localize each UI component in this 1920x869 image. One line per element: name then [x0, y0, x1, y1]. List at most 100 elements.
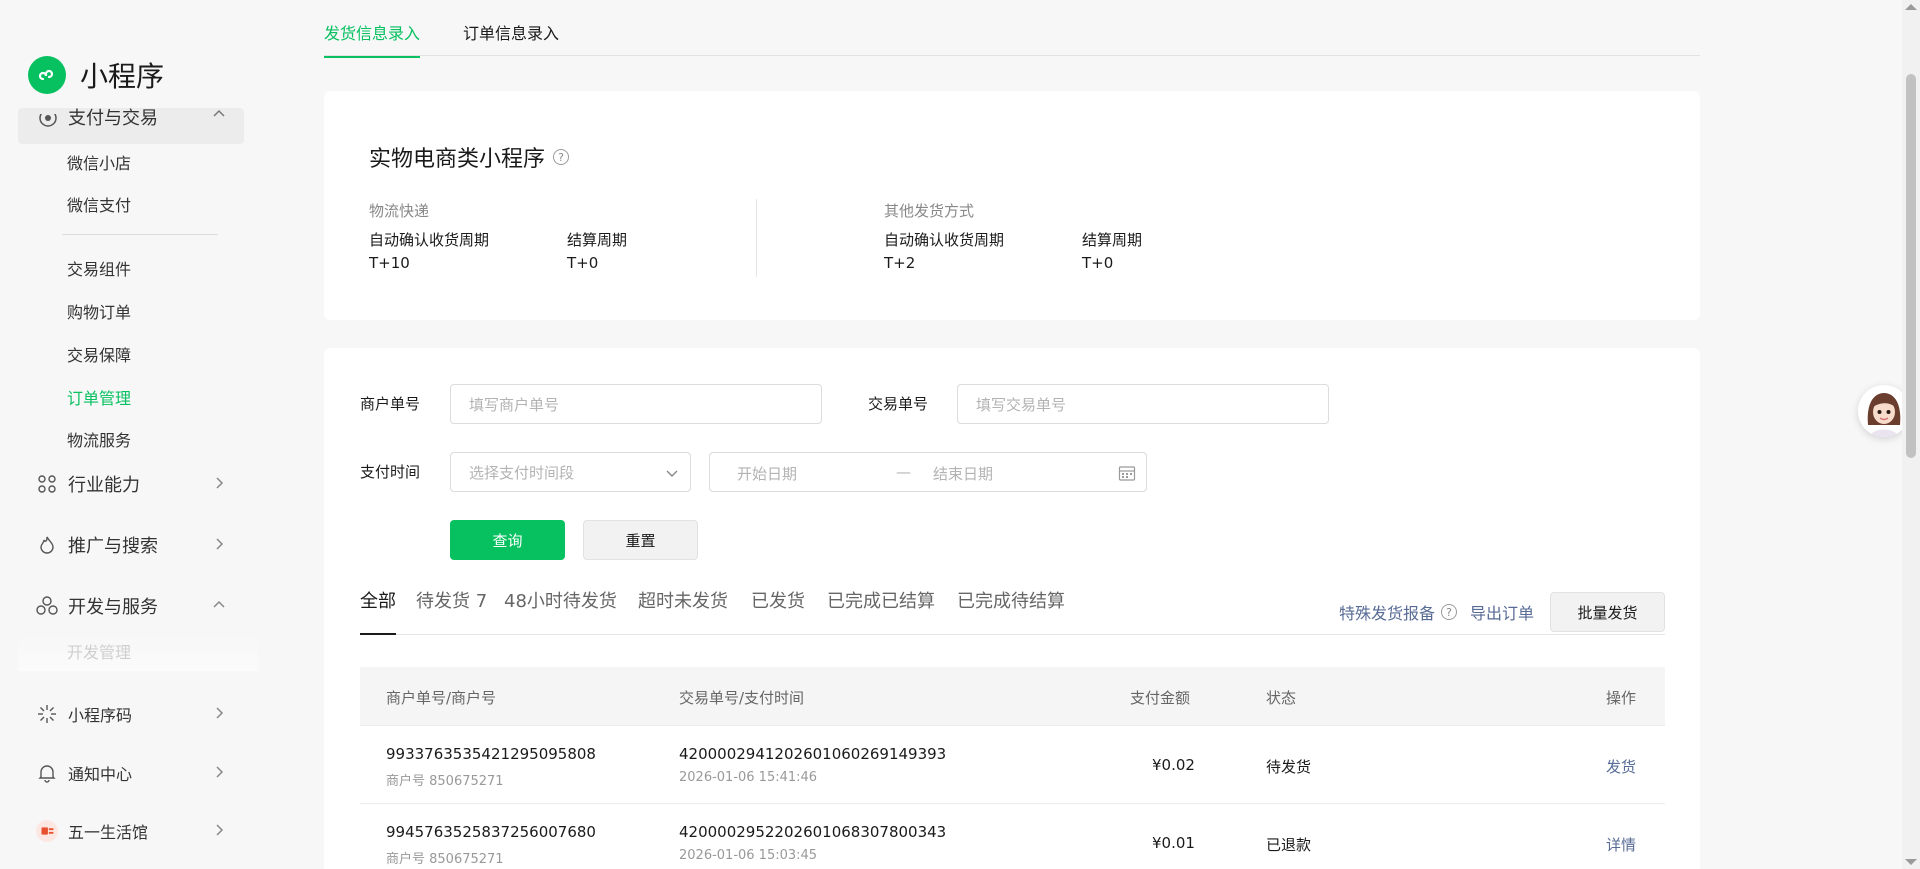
merchant-id: 商户号 850675271: [386, 852, 504, 867]
other-shipping-group: 其他发货方式 自动确认收货周期 T+2 结算周期 T+0: [884, 200, 1280, 272]
sidebar-subitem-logistics[interactable]: 物流服务: [67, 427, 131, 451]
sidebar-item-notifications[interactable]: 通知中心: [36, 758, 226, 788]
tab-order-info[interactable]: 订单信息录入: [463, 20, 559, 44]
date-range-picker[interactable]: 开始日期 — 结束日期: [709, 452, 1147, 492]
sidebar-subitem-weixin-store[interactable]: 微信小店: [67, 150, 131, 174]
sidebar-subitem-order-management[interactable]: 订单管理: [67, 385, 131, 409]
tab-completed-settled[interactable]: 已完成已结算: [827, 587, 935, 613]
chevron-up-icon: [212, 597, 226, 616]
column-amount: 支付金额: [1130, 689, 1191, 707]
field-key: 自动确认收货周期: [369, 231, 490, 249]
industry-icon: [36, 473, 58, 495]
pay-amount: ¥0.01: [1152, 834, 1195, 852]
chevron-right-icon: [212, 536, 226, 555]
pay-time-select[interactable]: 选择支付时间段: [450, 452, 691, 492]
end-date-input[interactable]: 结束日期: [933, 463, 993, 484]
sidebar-subitem-weixin-pay[interactable]: 微信支付: [67, 192, 131, 216]
summary-title-text: 实物电商类小程序: [369, 147, 546, 172]
chevron-right-icon: [212, 822, 226, 841]
dev-icon: [36, 595, 58, 617]
trade-no: 4200002941202601060269149393: [679, 745, 947, 763]
sidebar: 小程序 支付与交易 微信小店 微信支付 交易组件 购物订单 交易保障 订单管理 …: [0, 0, 262, 869]
pay-time: 2026-01-06 15:41:46: [679, 770, 818, 785]
miniprogram-logo-icon: [28, 56, 66, 94]
tab-pending-shipment[interactable]: 待发货 7: [416, 587, 487, 613]
table-header: 商户单号/商户号 交易单号/支付时间 支付金额 状态 操作: [360, 667, 1665, 726]
special-report-link[interactable]: 特殊发货报备 ?: [1339, 600, 1458, 624]
chevron-right-icon: [212, 764, 226, 783]
sidebar-item-promotion[interactable]: 推广与搜索: [36, 530, 226, 560]
scrollbar-thumb[interactable]: [1906, 74, 1916, 458]
tab-completed-unsettled[interactable]: 已完成待结算: [957, 587, 1065, 613]
sidebar-subitem-trade-component[interactable]: 交易组件: [67, 256, 131, 280]
export-orders-link[interactable]: 导出订单: [1470, 600, 1534, 624]
app-logo[interactable]: 小程序: [28, 55, 164, 95]
sidebar-item-label: 小程序码: [68, 706, 133, 725]
sidebar-subitem-dev-management[interactable]: 开发管理: [18, 635, 258, 671]
tab-shipped[interactable]: 已发货: [751, 587, 805, 613]
help-icon[interactable]: ?: [553, 149, 570, 165]
tab-48h-pending[interactable]: 48小时待发货: [504, 587, 617, 613]
store-avatar-icon: [36, 820, 58, 842]
field-value: T+0: [567, 254, 599, 272]
sidebar-item-qrcode[interactable]: 小程序码: [36, 699, 226, 729]
chevron-up-icon: [212, 108, 226, 125]
sidebar-subitem-shopping-orders[interactable]: 购物订单: [67, 299, 131, 323]
field-key: 自动确认收货周期: [884, 231, 1005, 249]
merchant-no-label: 商户单号: [360, 395, 421, 413]
calendar-icon: [1118, 464, 1136, 486]
merchant-no-input[interactable]: 填写商户单号: [450, 384, 822, 424]
trade-no-label: 交易单号: [868, 395, 929, 413]
table-row: 9933763535421295095808 商户号 850675271 420…: [360, 726, 1665, 804]
tab-all[interactable]: 全部: [360, 587, 396, 635]
sidebar-item-label: 开发与服务: [68, 597, 158, 618]
table-row: 9945763525837256007680 商户号 850675271 420…: [360, 804, 1665, 869]
sidebar-item-development[interactable]: 开发与服务: [36, 591, 226, 621]
order-status: 待发货: [1266, 758, 1312, 776]
placeholder: 填写交易单号: [976, 395, 1067, 414]
start-date-input[interactable]: 开始日期: [737, 463, 797, 484]
sidebar-item-industry[interactable]: 行业能力: [36, 469, 226, 499]
group-divider: [756, 199, 757, 277]
chevron-right-icon: [212, 475, 226, 494]
details-action-link[interactable]: 详情: [1606, 834, 1636, 855]
sidebar-item-label: 支付与交易: [68, 108, 158, 129]
tab-shipping-info[interactable]: 发货信息录入: [324, 20, 421, 58]
chevron-right-icon: [212, 705, 226, 724]
pay-time: 2026-01-06 15:03:45: [679, 848, 818, 863]
summary-title: 实物电商类小程序 ?: [369, 141, 570, 173]
sidebar-item-label: 行业能力: [68, 475, 140, 496]
scroll-down-arrow-icon[interactable]: [1905, 859, 1917, 865]
field-value: T+0: [1082, 254, 1114, 272]
special-report-label: 特殊发货报备: [1339, 604, 1436, 623]
group-caption: 物流快递: [369, 202, 430, 220]
reset-button[interactable]: 重置: [583, 520, 698, 560]
query-button[interactable]: 查询: [450, 520, 565, 560]
sidebar-subitem-trade-guarantee[interactable]: 交易保障: [67, 342, 131, 366]
qrcode-icon: [36, 703, 58, 725]
sidebar-item-label: 五一生活馆: [68, 823, 149, 842]
column-merchant: 商户单号/商户号: [386, 689, 497, 707]
batch-ship-button[interactable]: 批量发货: [1550, 592, 1665, 632]
app-title: 小程序: [80, 60, 165, 93]
trade-no-input[interactable]: 填写交易单号: [957, 384, 1329, 424]
help-icon[interactable]: ?: [1441, 604, 1458, 620]
tab-overdue[interactable]: 超时未发货: [638, 587, 728, 613]
field-key: 结算周期: [1082, 231, 1143, 249]
bell-icon: [36, 762, 58, 784]
column-op: 操作: [1606, 689, 1637, 707]
merchant-order-no: 9945763525837256007680: [386, 823, 596, 841]
column-status: 状态: [1266, 689, 1297, 707]
sidebar-item-account[interactable]: 五一生活馆: [36, 816, 226, 846]
ship-action-link[interactable]: 发货: [1606, 756, 1636, 777]
merchant-order-no: 9933763535421295095808: [386, 745, 596, 763]
sidebar-item-label: 开发管理: [67, 643, 132, 662]
field-key: 结算周期: [567, 231, 628, 249]
group-caption: 其他发货方式: [884, 202, 975, 220]
order-status: 已退款: [1266, 836, 1312, 854]
sidebar-item-payment[interactable]: 支付与交易: [18, 108, 244, 144]
pay-amount: ¥0.02: [1152, 756, 1195, 774]
placeholder: 填写商户单号: [469, 395, 560, 414]
sidebar-item-label: 通知中心: [68, 765, 133, 784]
scroll-up-arrow-icon[interactable]: [1905, 4, 1917, 10]
